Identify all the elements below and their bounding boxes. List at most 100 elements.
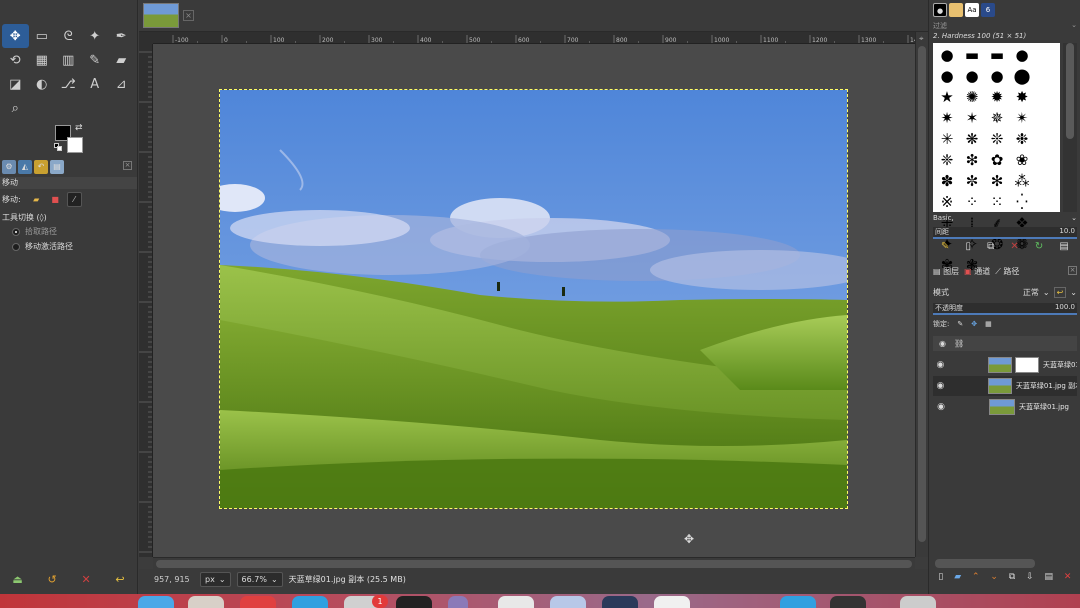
pick-path-radio[interactable] bbox=[12, 227, 20, 236]
layer-name[interactable]: 天蓝草绿01.jpg 副本 bbox=[1016, 381, 1077, 391]
dock-app-icon[interactable] bbox=[138, 596, 174, 608]
mask-layer-icon[interactable]: ▤ bbox=[1045, 572, 1054, 586]
open-brush-icon[interactable]: ▤ bbox=[1059, 241, 1068, 255]
dock-app-icon[interactable] bbox=[900, 596, 936, 608]
brush-scroll-thumb[interactable] bbox=[1066, 43, 1074, 139]
move-active-path-radio[interactable] bbox=[12, 242, 20, 251]
paths-icon[interactable]: ✒ bbox=[108, 24, 135, 48]
clone-icon[interactable]: ⎇ bbox=[55, 72, 82, 96]
brushes-tab[interactable]: ● bbox=[933, 3, 947, 17]
transform-icon[interactable]: ⟲ bbox=[2, 48, 29, 72]
brush-preset[interactable]: ❊ bbox=[985, 129, 1009, 149]
brush-preset[interactable]: ● bbox=[960, 66, 984, 86]
restore-preset-icon[interactable]: ↺ bbox=[48, 573, 57, 586]
merge-layer-icon[interactable]: ⇩ bbox=[1026, 572, 1034, 586]
duplicate-layer-icon[interactable]: ⧉ bbox=[1009, 572, 1015, 586]
brush-preset[interactable]: ✼ bbox=[960, 171, 984, 191]
brush-preset[interactable]: ● bbox=[985, 66, 1009, 86]
brush-preset[interactable]: ✴ bbox=[1010, 108, 1034, 128]
dock-app-icon[interactable] bbox=[396, 596, 432, 608]
selection-mode-icon[interactable]: ■ bbox=[47, 192, 63, 207]
horizontal-scrollbar[interactable] bbox=[153, 557, 915, 569]
brush-preset[interactable]: ✻ bbox=[985, 171, 1009, 191]
image-tab-close-icon[interactable]: × bbox=[183, 10, 194, 21]
dock-app-icon[interactable] bbox=[780, 596, 816, 608]
zoom-select[interactable]: 66.7% ⌄ bbox=[236, 572, 283, 587]
vertical-scrollbar[interactable]: ⌖ bbox=[915, 32, 928, 557]
lock-alpha-icon[interactable]: ▦ bbox=[985, 320, 992, 328]
brush-preset[interactable]: ⁘ bbox=[960, 192, 984, 212]
bucket-icon[interactable]: ◪ bbox=[2, 72, 29, 96]
brush-preset[interactable]: ● bbox=[935, 45, 959, 65]
horizontal-scroll-thumb[interactable] bbox=[156, 560, 912, 568]
canvas-image[interactable] bbox=[219, 89, 848, 509]
layer-name[interactable]: 天蓝草绿01.jpg bbox=[1019, 402, 1069, 412]
brush-preset[interactable]: ✸ bbox=[1010, 87, 1034, 107]
device-status-tab[interactable]: ◭ bbox=[18, 160, 32, 174]
brush-preset[interactable]: ✶ bbox=[960, 108, 984, 128]
eye-icon[interactable]: ◉ bbox=[939, 339, 946, 348]
edit-brush-icon[interactable]: ✎ bbox=[941, 241, 949, 255]
history-tab[interactable]: 6 bbox=[981, 3, 995, 17]
dock-app-icon[interactable] bbox=[550, 596, 586, 608]
swap-colors-icon[interactable]: ⇄ bbox=[75, 123, 83, 133]
dock-app-icon[interactable] bbox=[498, 596, 534, 608]
brush-scrollbar[interactable] bbox=[1063, 43, 1077, 212]
zoom-icon[interactable]: ⌕ bbox=[2, 96, 29, 120]
rect-select-icon[interactable]: ▭ bbox=[29, 24, 56, 48]
dock-close-icon[interactable]: × bbox=[1068, 266, 1077, 275]
brush-preset[interactable]: ✷ bbox=[935, 108, 959, 128]
brush-preset[interactable]: ❇ bbox=[960, 150, 984, 170]
eye-icon[interactable]: ◉ bbox=[933, 381, 948, 391]
layer-thumbnail[interactable] bbox=[987, 378, 1012, 394]
gradient-icon[interactable]: ▥ bbox=[55, 48, 82, 72]
path-mode-icon[interactable]: ⁄ bbox=[66, 192, 82, 207]
eraser-icon[interactable]: ▰ bbox=[108, 48, 135, 72]
image-tab-thumbnail[interactable] bbox=[143, 3, 179, 28]
tab-layers[interactable]: ▤ 图层 bbox=[933, 266, 959, 277]
ruler-corner[interactable] bbox=[139, 32, 153, 44]
brush-preset[interactable]: ✺ bbox=[960, 87, 984, 107]
brush-preset[interactable]: ⁙ bbox=[985, 192, 1009, 212]
duplicate-brush-icon[interactable]: ⧉ bbox=[987, 241, 994, 255]
fuzzy-select-icon[interactable]: ✦ bbox=[82, 24, 109, 48]
layer-name[interactable]: 天蓝草绿01 bbox=[1043, 360, 1077, 370]
brush-preset[interactable]: ❈ bbox=[935, 150, 959, 170]
brush-preset[interactable]: ✵ bbox=[985, 108, 1009, 128]
brush-tag-select[interactable]: Basic, ⌄ bbox=[933, 214, 1077, 225]
brush-preset[interactable]: ✿ bbox=[985, 150, 1009, 170]
warp-icon[interactable]: ▦ bbox=[29, 48, 56, 72]
color-picker-icon[interactable]: ⊿ bbox=[108, 72, 135, 96]
tab-paths[interactable]: ⟋ 路径 bbox=[995, 266, 1019, 277]
brush-preset[interactable]: ▬ bbox=[960, 45, 984, 65]
layer-mode-icon[interactable]: ▰ bbox=[28, 192, 44, 207]
vertical-ruler[interactable] bbox=[139, 44, 153, 557]
layer-thumbnail[interactable] bbox=[987, 357, 1012, 373]
delete-layer-icon[interactable]: ✕ bbox=[1064, 572, 1072, 586]
brush-preset[interactable]: ❀ bbox=[1010, 150, 1034, 170]
canvas-area[interactable] bbox=[153, 44, 915, 557]
brush-preset[interactable]: ● bbox=[935, 66, 959, 86]
layer-row[interactable]: ◉ 天蓝草绿01.jpg 副本 bbox=[933, 376, 1077, 396]
lower-layer-icon[interactable]: ⌄ bbox=[990, 572, 998, 586]
dodge-icon[interactable]: ◐ bbox=[29, 72, 56, 96]
eye-icon[interactable]: ◉ bbox=[933, 402, 949, 412]
move-tool-icon[interactable]: ✥ bbox=[2, 24, 29, 48]
dock-app-icon[interactable] bbox=[448, 596, 468, 608]
dock-app-icon[interactable] bbox=[602, 596, 638, 608]
reset-options-icon[interactable]: ↩ bbox=[115, 573, 124, 586]
brush-preset[interactable]: ※ bbox=[935, 192, 959, 212]
tab-channels[interactable]: ▣ 通道 bbox=[964, 266, 990, 277]
mode-select[interactable]: 正常 bbox=[1023, 287, 1039, 298]
brush-preset[interactable]: ⁂ bbox=[1010, 171, 1034, 191]
brush-filter[interactable]: 过滤 ⌄ bbox=[933, 21, 1077, 32]
move-active-path-option[interactable]: 移动激活路径 bbox=[12, 241, 73, 252]
paintbrush-icon[interactable]: ✎ bbox=[82, 48, 109, 72]
brush-preset[interactable]: ⁛ bbox=[1010, 192, 1034, 212]
tool-options-tab[interactable]: ⚙ bbox=[2, 160, 16, 174]
brush-preset[interactable]: ⬤ bbox=[1010, 66, 1034, 86]
chain-icon[interactable]: ⛓ bbox=[954, 339, 964, 348]
reset-colors-icon[interactable] bbox=[54, 143, 62, 151]
brush-preset[interactable]: ▬ bbox=[985, 45, 1009, 65]
brush-grid[interactable]: ● ▬ ▬ ● ● ● ● ⬤ ★ ✺ ✹ ✸ ✷ ✶ ✵ ✴ ✳ ❋ ❊ ❉ ❈ ❇ ✿ ❀ ✽ ✼ ✻ ⁂ ※ ⁘ ⁙ ⁛ ⁜ ⁞ ⸙ ❖ ✦ ✧ ❂ ❁… bbox=[933, 43, 1060, 274]
